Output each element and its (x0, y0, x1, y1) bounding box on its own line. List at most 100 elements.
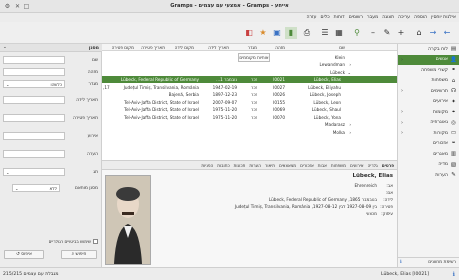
forward-icon[interactable]: → (427, 27, 439, 39)
expand-arrow-icon[interactable]: ‹ (401, 130, 403, 136)
status-left: מגבלת עם עצמים 215/215 (3, 272, 59, 277)
expand-arrow-icon[interactable]: ‹ (401, 88, 403, 94)
column-header[interactable]: מגדר (248, 45, 257, 50)
media-icon: ▧ (450, 161, 457, 168)
find-button[interactable]: חיפוש ⌕ (61, 250, 97, 259)
filter-select[interactable]: ללא ⌄ (12, 184, 60, 192)
expander-icon[interactable]: ‹ (349, 62, 351, 67)
tab-5[interactable]: אזכורים (300, 163, 314, 168)
table-row[interactable]: Lübeck, Shaul I0069 זכר 1975-11-20 Tel-Aviv-… (102, 106, 397, 114)
table-row[interactable]: Lübeck, Joseph I0026 זכר 1897-12-23 Bajenă, … (102, 91, 397, 99)
filter-input[interactable] (3, 150, 65, 158)
print-icon[interactable]: ⎙ (301, 27, 313, 39)
expander-icon[interactable]: ‹ (349, 122, 351, 127)
sidebar-item-geography[interactable]: ◎ גאוגרפיה ‹ (398, 118, 459, 129)
menu-item[interactable]: כלים (321, 15, 330, 20)
menu-item[interactable]: אילנות יוחסין (431, 15, 456, 20)
tab-11[interactable]: הפניות (201, 163, 213, 168)
table-row[interactable]: Lübeck, Elias I0021 זכר נובמבר 1... Lübeck, … (102, 75, 397, 83)
menu-item[interactable]: מעבר (367, 15, 378, 20)
column-header[interactable]: מקום פטירה (112, 45, 134, 50)
sidebar-item-relationship[interactable]: ⚭ קשרי משפחה (398, 65, 459, 76)
sidebar-toggle-icon[interactable]: ◧ (243, 27, 255, 39)
tab-1[interactable]: גלריה (368, 163, 378, 168)
tab-6[interactable]: מצאצאים (279, 163, 296, 168)
menu-item[interactable]: תצוגה (382, 15, 394, 20)
filter-select[interactable]: כלשהו ⌄ (3, 80, 65, 88)
menu-item[interactable]: הוספה (414, 15, 427, 20)
merge-icon[interactable]: ⚲ (351, 27, 363, 39)
tab-7[interactable]: תיאור (265, 163, 275, 168)
table-row[interactable]: Lübeck, Leon I0155 זכר 2007-09-07 Tel-Aviv-J… (102, 98, 397, 106)
table-row[interactable]: Lübeck, Eliyahu I0027 זכר 1947-02-19 Județul… (102, 83, 397, 91)
sidebar-item-label: לוח בקרה (428, 46, 448, 52)
remove-icon[interactable]: – (367, 27, 379, 39)
tab-9[interactable]: תכונות (234, 163, 246, 168)
menu-item[interactable]: עזרה (306, 15, 316, 20)
tab-10[interactable]: כתובות (217, 163, 229, 168)
column-header[interactable]: מזהה (275, 45, 285, 50)
sidebar-item-charts[interactable]: ☊ תרשימים ‹ (398, 86, 459, 97)
tab-2[interactable]: אירועים (350, 163, 364, 168)
sidebar-item-dashboard[interactable]: ▤ לוח בקרה (398, 44, 459, 55)
sidebar-item-repositories[interactable]: ▥ מאגרים (398, 149, 459, 160)
cell-name: Lübeck, Joseph (309, 92, 341, 97)
sidebar-item-media[interactable]: ▧ מדיה (398, 160, 459, 171)
group-row[interactable]: Lübeck ⌄ (102, 68, 397, 76)
tree-view-icon[interactable]: ▦ (333, 27, 345, 39)
tab-8[interactable]: הערות (249, 163, 261, 168)
reset-button[interactable]: איפוס ↺ (4, 250, 44, 259)
menu-item[interactable]: רשומים (349, 15, 363, 20)
column-header[interactable]: מקום לידה (175, 45, 194, 50)
sidebar-item-citations[interactable]: ❝ אזכורים (398, 139, 459, 150)
cell-name: Lübeck, Elias (313, 77, 341, 82)
sidebar-item-family[interactable]: ⌂ משפחות (398, 76, 459, 87)
cell-bdate: 1897-12-23 (212, 92, 237, 97)
repositories-icon: ▥ (450, 151, 457, 158)
group-row[interactable]: Madarasz ‹ (102, 121, 397, 129)
sidebar-item-places[interactable]: ⌖ מקומות ‹ (398, 107, 459, 118)
chevron-down-icon[interactable]: ⌄ (3, 45, 7, 50)
expand-arrow-icon[interactable]: ‹ (401, 109, 403, 115)
tab-0[interactable]: פרטים (382, 163, 394, 168)
sidebar-item-notes[interactable]: ✎ הערות (398, 170, 459, 181)
group-row[interactable]: Molka ‹ (102, 128, 397, 136)
tab-4[interactable]: אבות (318, 163, 327, 168)
filter-input[interactable]: ⌄ (3, 168, 65, 176)
column-header[interactable]: תאריך לידה (208, 45, 229, 50)
regex-checkbox[interactable] (93, 239, 98, 244)
geography-icon: ◎ (451, 119, 456, 126)
add-icon[interactable]: + (395, 27, 407, 39)
list-view-icon[interactable]: ☰ (319, 27, 331, 39)
person-photo[interactable] (105, 175, 151, 265)
sidebar-item-people[interactable]: 👤 אנשים ‹ (398, 54, 459, 65)
column-header[interactable]: תאריך פטירה (141, 45, 165, 50)
filter-input[interactable] (3, 68, 65, 76)
expand-arrow-icon[interactable]: ‹ (401, 120, 403, 126)
sidebar-footer-label[interactable]: רשימת מחוונים (428, 260, 456, 265)
filter-input[interactable] (3, 56, 65, 64)
filter-input[interactable] (3, 114, 65, 122)
bookmark-icon[interactable]: ★ (257, 27, 269, 39)
sidebar-item-sources[interactable]: ▭ מקורות ‹ (398, 128, 459, 139)
expander-icon[interactable]: ⌄ (347, 70, 351, 75)
media-icon[interactable]: ▣ (271, 27, 283, 39)
menu-item[interactable]: דוחות (334, 15, 345, 20)
expander-icon[interactable]: ‹ (349, 130, 351, 135)
edit-icon[interactable]: ✎ (381, 27, 393, 39)
filter-input[interactable] (3, 96, 65, 104)
filter-input[interactable] (3, 132, 65, 140)
back-icon[interactable]: ← (441, 27, 453, 39)
sidebar-item-events[interactable]: ✦ אירועים (398, 97, 459, 108)
regex-option[interactable]: שימוש בביטויים רגולריים (49, 239, 98, 244)
info-icon[interactable]: ℹ (400, 260, 402, 265)
menu-item[interactable]: עריכה (398, 15, 410, 20)
expand-arrow-icon[interactable]: ‹ (401, 57, 403, 63)
cell-gender: זכר (250, 107, 257, 112)
tab-3[interactable]: משפחות (331, 163, 346, 168)
pedigree-icon[interactable]: ▮ (285, 27, 297, 39)
detail-field: אב: Ehrenreich (355, 183, 394, 188)
column-header[interactable]: שם (339, 45, 345, 50)
home-icon[interactable]: ⌂ (413, 27, 425, 39)
table-row[interactable]: Lübeck, Yona I0070 זכר 1975-11-20 Tel-Aviv-J… (102, 113, 397, 121)
